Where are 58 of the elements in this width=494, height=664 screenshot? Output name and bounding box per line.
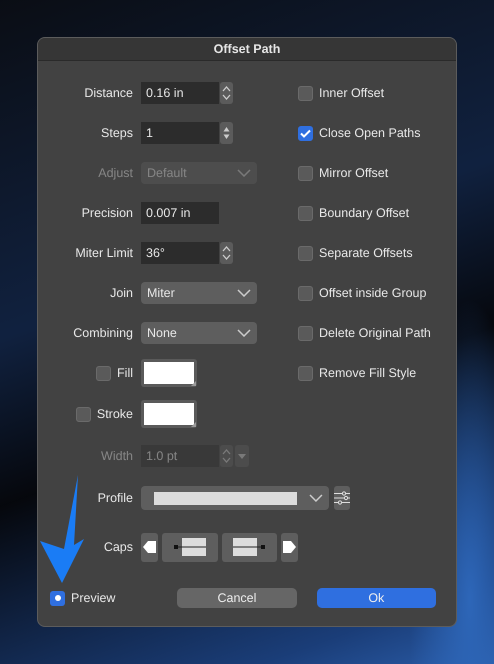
cap-button[interactable] bbox=[222, 532, 277, 562]
field-label: Caps bbox=[104, 540, 133, 554]
sliders-icon[interactable] bbox=[334, 486, 350, 510]
checkbox-label: Remove Fill Style bbox=[319, 366, 416, 380]
arrowhead-cap-icon bbox=[282, 541, 296, 553]
checkbox-label: Mirror Offset bbox=[319, 166, 388, 180]
checkbox[interactable] bbox=[298, 166, 313, 180]
chevron-down-icon bbox=[237, 169, 251, 177]
field-label: Stroke bbox=[96, 407, 133, 421]
field-label: Combining bbox=[73, 326, 133, 340]
dropdown[interactable]: None bbox=[141, 322, 257, 344]
stepper-icon[interactable] bbox=[220, 82, 233, 104]
checkbox[interactable] bbox=[298, 326, 313, 340]
chevron-down-icon bbox=[237, 289, 251, 297]
checkbox[interactable] bbox=[96, 366, 112, 380]
checkbox-label: Close Open Paths bbox=[319, 126, 420, 140]
checkbox[interactable] bbox=[298, 126, 313, 140]
checkbox[interactable] bbox=[298, 86, 313, 100]
field-label: Fill bbox=[117, 366, 133, 380]
chevron-down-icon bbox=[309, 494, 323, 502]
cancel-button[interactable]: Cancel bbox=[177, 588, 297, 608]
start-cap-button[interactable] bbox=[141, 532, 158, 562]
cap-button[interactable] bbox=[162, 532, 218, 562]
dropdown[interactable]: Miter bbox=[141, 282, 257, 304]
spin-arrows-icon[interactable] bbox=[220, 122, 233, 144]
ok-button[interactable]: Ok bbox=[316, 588, 436, 608]
checkbox[interactable] bbox=[298, 206, 313, 220]
field-label: Miter Limit bbox=[75, 246, 133, 260]
checkbox-label: Separate Offsets bbox=[319, 246, 413, 260]
stepper-icon[interactable] bbox=[220, 242, 233, 264]
checkbox-label: Inner Offset bbox=[319, 86, 384, 100]
checkbox[interactable] bbox=[298, 366, 313, 380]
end-cap-button[interactable] bbox=[280, 532, 298, 562]
field-label: Steps bbox=[101, 126, 133, 140]
number-field[interactable]: 36° bbox=[141, 242, 219, 264]
color-swatch[interactable] bbox=[141, 400, 197, 428]
checkbox[interactable] bbox=[298, 246, 313, 260]
number-field[interactable]: 0.16 in bbox=[141, 82, 219, 104]
field-label: Distance bbox=[84, 86, 133, 100]
checkbox[interactable] bbox=[76, 406, 91, 422]
arrowhead-cap-icon bbox=[143, 541, 156, 553]
profile-dropdown[interactable] bbox=[141, 486, 329, 510]
checkbox[interactable] bbox=[298, 286, 313, 300]
chevron-down-icon bbox=[237, 329, 251, 337]
color-swatch[interactable] bbox=[141, 359, 197, 387]
field-label: Join bbox=[110, 286, 133, 300]
field-label: Profile bbox=[98, 491, 133, 505]
field-label: Adjust bbox=[98, 166, 133, 180]
number-field[interactable]: 1 bbox=[141, 122, 219, 144]
checkbox-label: Offset inside Group bbox=[319, 286, 426, 300]
number-field[interactable]: 0.007 in bbox=[141, 202, 219, 224]
checkbox-label: Delete Original Path bbox=[319, 326, 431, 340]
checkbox-label: Preview bbox=[71, 591, 116, 605]
field-label: Width bbox=[101, 449, 133, 463]
field-label: Precision bbox=[82, 206, 133, 220]
checkbox[interactable] bbox=[50, 590, 65, 606]
checkbox-label: Boundary Offset bbox=[319, 206, 410, 220]
window-title: Offset Path bbox=[38, 38, 456, 61]
